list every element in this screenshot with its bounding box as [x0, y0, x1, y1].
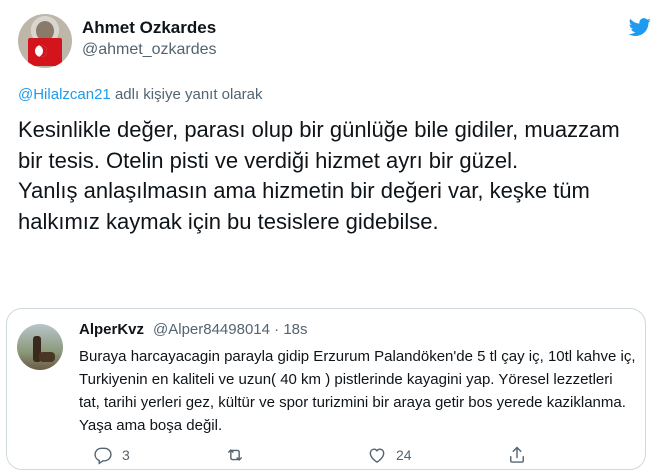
author-display-name[interactable]: Ahmet Ozkardes [82, 18, 216, 38]
tweet-body: Kesinlikle değer, parası olup bir günlüğ… [18, 115, 638, 237]
twitter-bird-icon[interactable] [628, 16, 652, 38]
quoted-handle-and-time[interactable]: @Alper84498014 · 18s [153, 321, 308, 338]
reply-icon [94, 447, 112, 465]
tweet-header: Ahmet Ozkardes @ahmet_ozkardes [18, 14, 652, 70]
reply-context: @Hilalzcan21 adlı kişiye yanıt olarak [18, 86, 263, 103]
reply-button[interactable]: 3 [93, 445, 130, 465]
retweet-icon [228, 449, 242, 461]
reply-count: 3 [122, 447, 130, 463]
tweet-paragraph: Yanlış anlaşılmasın ama hizmetin bir değ… [18, 178, 590, 234]
share-button[interactable] [507, 445, 527, 465]
tweet-paragraph: Kesinlikle değer, parası olup bir günlüğ… [18, 117, 620, 173]
reply-mention-link[interactable]: @Hilalzcan21 [18, 86, 111, 103]
retweet-button[interactable] [225, 445, 254, 465]
quoted-display-name[interactable]: AlperKvz [79, 321, 144, 338]
like-button[interactable]: 24 [367, 445, 412, 465]
share-icon [510, 446, 524, 463]
quoted-tweet-text: Buraya harcayacagin parayla gidip Erzuru… [79, 348, 636, 434]
avatar[interactable] [18, 14, 72, 68]
quoted-tweet-card[interactable]: AlperKvz @Alper84498014 · 18s Buraya har… [6, 308, 646, 470]
author-handle[interactable]: @ahmet_ozkardes [82, 41, 217, 59]
reply-context-text: adlı kişiye yanıt olarak [110, 86, 263, 103]
like-count: 24 [396, 447, 412, 463]
quoted-avatar[interactable] [17, 324, 63, 370]
heart-icon [369, 448, 385, 463]
